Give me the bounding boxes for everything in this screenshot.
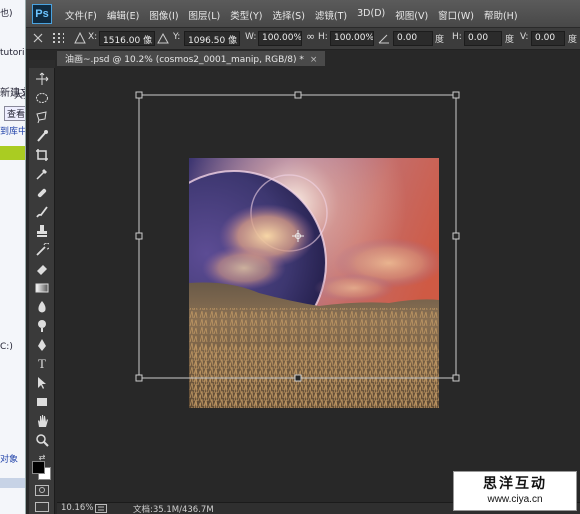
reference-point-icon[interactable] <box>52 32 64 44</box>
vskew-unit: 度 <box>568 35 578 45</box>
quick-mask-icon[interactable] <box>35 485 49 496</box>
angle-icon <box>378 34 389 44</box>
angle-field[interactable]: 0.00 <box>393 31 433 46</box>
options-bar: X: 1516.00 像 Y: 1096.50 像 W: 100.00% ∞ H… <box>26 28 580 50</box>
menu-bar: Ps 文件(F) 编辑(E) 图像(I) 图层(L) 类型(Y) 选择(S) 滤… <box>26 0 580 28</box>
close-icon[interactable]: × <box>310 55 318 65</box>
type-icon[interactable]: T <box>35 356 49 371</box>
bg-view-button: 查看( <box>4 106 25 121</box>
bg-text-1: 也) <box>0 9 13 19</box>
angle-unit: 度 <box>435 35 445 45</box>
y-field[interactable]: 1096.50 像 <box>184 31 240 46</box>
watermark-title: 思洋互动 <box>483 476 547 492</box>
marquee-icon[interactable] <box>35 91 49 105</box>
hskew-field[interactable]: 0.00 <box>464 31 502 46</box>
quick-select-icon[interactable] <box>35 129 49 143</box>
x-field[interactable]: 1516.00 像 <box>99 31 155 46</box>
w-label: W: <box>245 32 257 42</box>
document-tab[interactable]: 油画~.psd @ 10.2% (cosmos2_0001_manip, RGB… <box>57 51 326 66</box>
bg-text-7: C:) <box>0 342 13 352</box>
document-tab-title: 油画~.psd @ 10.2% (cosmos2_0001_manip, RGB… <box>65 55 304 65</box>
eraser-icon[interactable] <box>35 262 49 276</box>
photoshop-logo: Ps <box>32 4 52 24</box>
h-label: H: <box>318 32 328 42</box>
bg-text-2: tutoria <box>0 48 25 58</box>
zoom-icon[interactable] <box>35 433 49 447</box>
transform-bounding-box[interactable] <box>57 66 580 502</box>
menu-type[interactable]: 类型(Y) <box>225 8 267 22</box>
hand-icon[interactable] <box>35 414 49 428</box>
menu-edit[interactable]: 编辑(E) <box>102 8 144 22</box>
bg-green-bar <box>0 146 25 160</box>
menu-layer[interactable]: 图层(L) <box>184 8 226 22</box>
bg-text-6: 到库中 <box>0 127 26 137</box>
dodge-icon[interactable] <box>35 319 49 333</box>
menu-filter[interactable]: 滤镜(T) <box>310 8 352 22</box>
menu-items: 文件(F) 编辑(E) 图像(I) 图层(L) 类型(Y) 选择(S) 滤镜(T… <box>60 8 523 22</box>
vskew-field[interactable]: 0.00 <box>531 31 565 46</box>
lasso-icon[interactable] <box>35 110 49 124</box>
background-browser-window: 也) tutoria 新建文 大赛 查看( 到库中 C:) 对象 <box>0 0 26 514</box>
x-label: X: <box>88 32 98 42</box>
transform-center-icon <box>292 230 304 242</box>
brush-icon[interactable] <box>35 205 49 219</box>
bg-bar <box>0 478 25 488</box>
bg-text-4: 大赛 <box>14 91 25 101</box>
h-field[interactable]: 100.00% <box>330 31 374 46</box>
healing-icon[interactable] <box>35 186 49 200</box>
w-field[interactable]: 100.00% <box>258 31 302 46</box>
menu-window[interactable]: 窗口(W) <box>433 8 479 22</box>
link-icon[interactable]: ∞ <box>306 30 315 43</box>
relative-position-icon[interactable] <box>74 32 86 44</box>
blur-icon[interactable] <box>35 300 49 314</box>
bg-text-8: 对象 <box>0 455 19 465</box>
screen-mode-icon[interactable] <box>35 502 49 512</box>
site-watermark: 思洋互动 www.ciya.cn <box>453 471 577 511</box>
menu-image[interactable]: 图像(I) <box>144 8 183 22</box>
hskew-unit: 度 <box>505 35 515 45</box>
y-label: Y: <box>173 32 181 42</box>
status-menu-icon[interactable] <box>95 504 107 513</box>
menu-select[interactable]: 选择(S) <box>267 8 309 22</box>
document-tab-bar: 油画~.psd @ 10.2% (cosmos2_0001_manip, RGB… <box>57 51 580 66</box>
menu-file[interactable]: 文件(F) <box>60 8 102 22</box>
zoom-level[interactable]: 10.16% <box>61 503 93 513</box>
canvas-area[interactable] <box>57 66 580 502</box>
foreground-color-swatch[interactable] <box>32 461 45 474</box>
triangle-icon[interactable] <box>157 32 169 44</box>
eyedropper-icon[interactable] <box>35 167 49 181</box>
path-select-icon[interactable] <box>35 376 49 390</box>
transform-tool-icon[interactable] <box>32 32 44 44</box>
menu-help[interactable]: 帮助(H) <box>479 8 523 22</box>
panel-grip[interactable] <box>29 60 55 68</box>
move-icon[interactable] <box>35 72 49 86</box>
watermark-url: www.ciya.cn <box>487 494 543 505</box>
tools-panel: T ⇄ <box>29 60 55 514</box>
shape-icon[interactable] <box>35 395 49 409</box>
hskew-label: H: <box>452 32 462 42</box>
document-size-info: 文档:35.1M/436.7M <box>133 505 214 514</box>
history-brush-icon[interactable] <box>35 243 49 257</box>
gradient-icon[interactable] <box>35 281 49 295</box>
menu-3d[interactable]: 3D(D) <box>352 8 390 22</box>
vskew-label: V: <box>520 32 529 42</box>
pen-icon[interactable] <box>35 338 49 352</box>
crop-icon[interactable] <box>35 148 49 162</box>
menu-view[interactable]: 视图(V) <box>390 8 433 22</box>
stamp-icon[interactable] <box>35 224 49 238</box>
